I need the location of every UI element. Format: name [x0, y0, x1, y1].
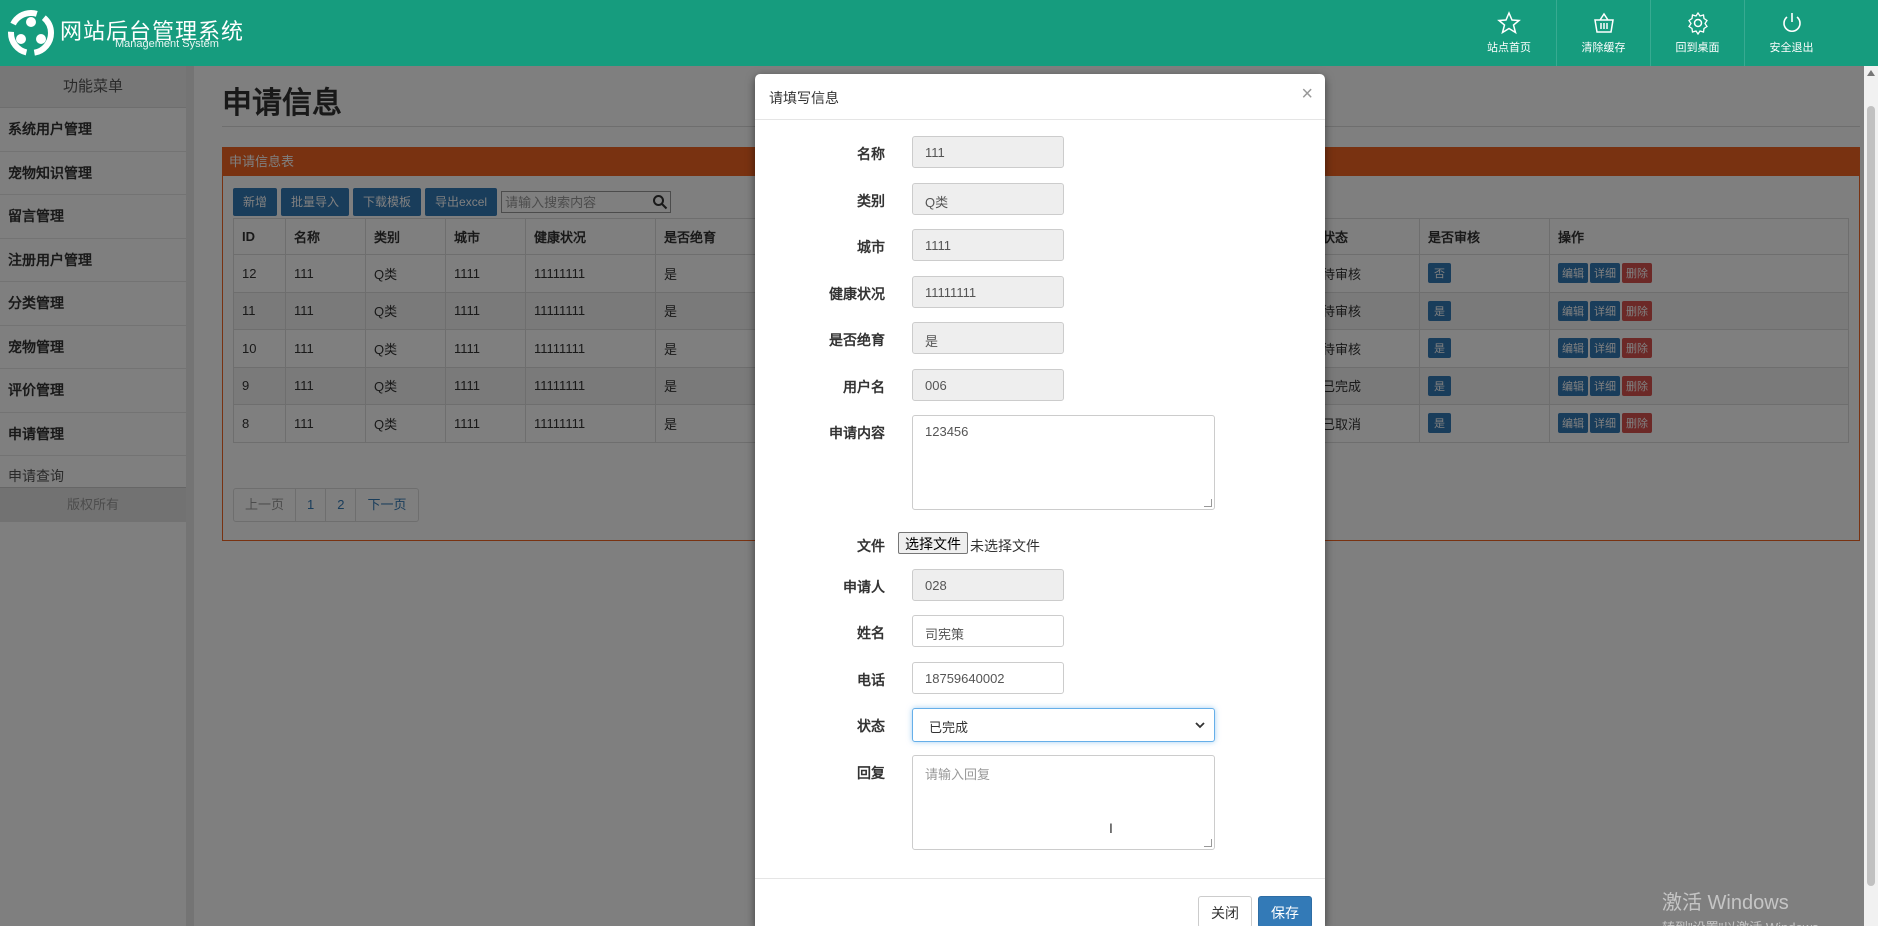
nav-site-home[interactable]: 站点首页 [1462, 0, 1556, 66]
brand-subtitle: Management System [115, 38, 219, 50]
modal-title: 请填写信息 [769, 90, 839, 106]
nav-label: 安全退出 [1769, 42, 1814, 54]
status-value: 已完成 [929, 720, 969, 735]
close-button[interactable]: 关闭 [1198, 896, 1252, 926]
content-value: 123456 [925, 424, 969, 439]
scroll-thumb[interactable] [1867, 106, 1875, 886]
field-label: 是否绝育 [829, 332, 885, 348]
reply-textarea[interactable]: 请输入回复 [912, 755, 1215, 850]
close-icon[interactable]: × [1301, 84, 1313, 104]
field-label: 电话 [857, 672, 885, 688]
field-label: 名称 [857, 146, 885, 162]
fill-info-modal: 请填写信息 × 名称 111 类别 Q类 城市 1111 健康状况 111111… [755, 74, 1325, 926]
resize-grip-icon[interactable] [1204, 839, 1212, 847]
category-field[interactable]: Q类 [912, 183, 1064, 215]
nav-label: 站点首页 [1487, 42, 1531, 54]
realname-field[interactable]: 司宪策 [912, 615, 1064, 647]
save-button[interactable]: 保存 [1258, 896, 1312, 926]
status-select[interactable]: 已完成 [912, 708, 1215, 742]
neuter-field[interactable]: 是 [912, 322, 1064, 354]
choose-file-button[interactable]: 选择文件 [898, 532, 968, 554]
resize-grip-icon[interactable] [1204, 499, 1212, 507]
power-icon [1782, 13, 1801, 32]
nav-desktop[interactable]: 回到桌面 [1650, 0, 1744, 66]
nav-label: 清除缓存 [1581, 42, 1626, 54]
nav-logout[interactable]: 安全退出 [1744, 0, 1838, 66]
nav-label: 回到桌面 [1675, 42, 1720, 54]
city-field[interactable]: 1111 [912, 229, 1064, 261]
applicant-field[interactable]: 028 [912, 569, 1064, 601]
file-status: 未选择文件 [970, 538, 1040, 554]
health-field[interactable]: 11111111 [912, 276, 1064, 308]
scroll-up-icon[interactable] [1867, 70, 1875, 76]
logo-icon [8, 10, 54, 56]
top-header: 网站后台管理系统 Management System 站点首页 清除缓存 回到桌… [0, 0, 1878, 66]
basket-icon [1593, 12, 1614, 33]
chevron-down-icon [1195, 722, 1205, 729]
field-label: 申请人 [843, 579, 885, 595]
field-label: 申请内容 [829, 425, 885, 441]
field-label: 姓名 [857, 625, 885, 641]
watermark-line1: 激活 Windows [1662, 892, 1789, 914]
gear-icon [1687, 11, 1708, 35]
page-scrollbar[interactable] [1864, 66, 1878, 926]
reply-placeholder: 请输入回复 [925, 767, 991, 782]
text-cursor-icon: I [1109, 820, 1113, 836]
username-field[interactable]: 006 [912, 369, 1064, 401]
modal-header: 请填写信息 × [755, 74, 1325, 120]
field-label: 用户名 [843, 379, 885, 395]
field-label: 回复 [857, 765, 885, 781]
content-textarea[interactable]: 123456 [912, 415, 1215, 510]
field-label: 状态 [857, 718, 885, 734]
activation-watermark: 激活 Windows 转到"设置"以激活 Windows。 [1662, 886, 1832, 926]
field-label: 文件 [857, 538, 885, 554]
star-icon [1497, 11, 1521, 35]
field-label: 类别 [857, 193, 885, 209]
top-nav: 站点首页 清除缓存 回到桌面 安全退出 [1462, 0, 1838, 66]
modal-footer: 关闭 保存 [755, 878, 1325, 926]
field-label: 健康状况 [829, 286, 885, 302]
name-field[interactable]: 111 [912, 136, 1064, 168]
phone-field[interactable]: 18759640002 [912, 662, 1064, 694]
field-label: 城市 [857, 239, 885, 255]
watermark-line2: 转到"设置"以激活 Windows。 [1662, 917, 1832, 926]
nav-clear-cache[interactable]: 清除缓存 [1556, 0, 1650, 66]
